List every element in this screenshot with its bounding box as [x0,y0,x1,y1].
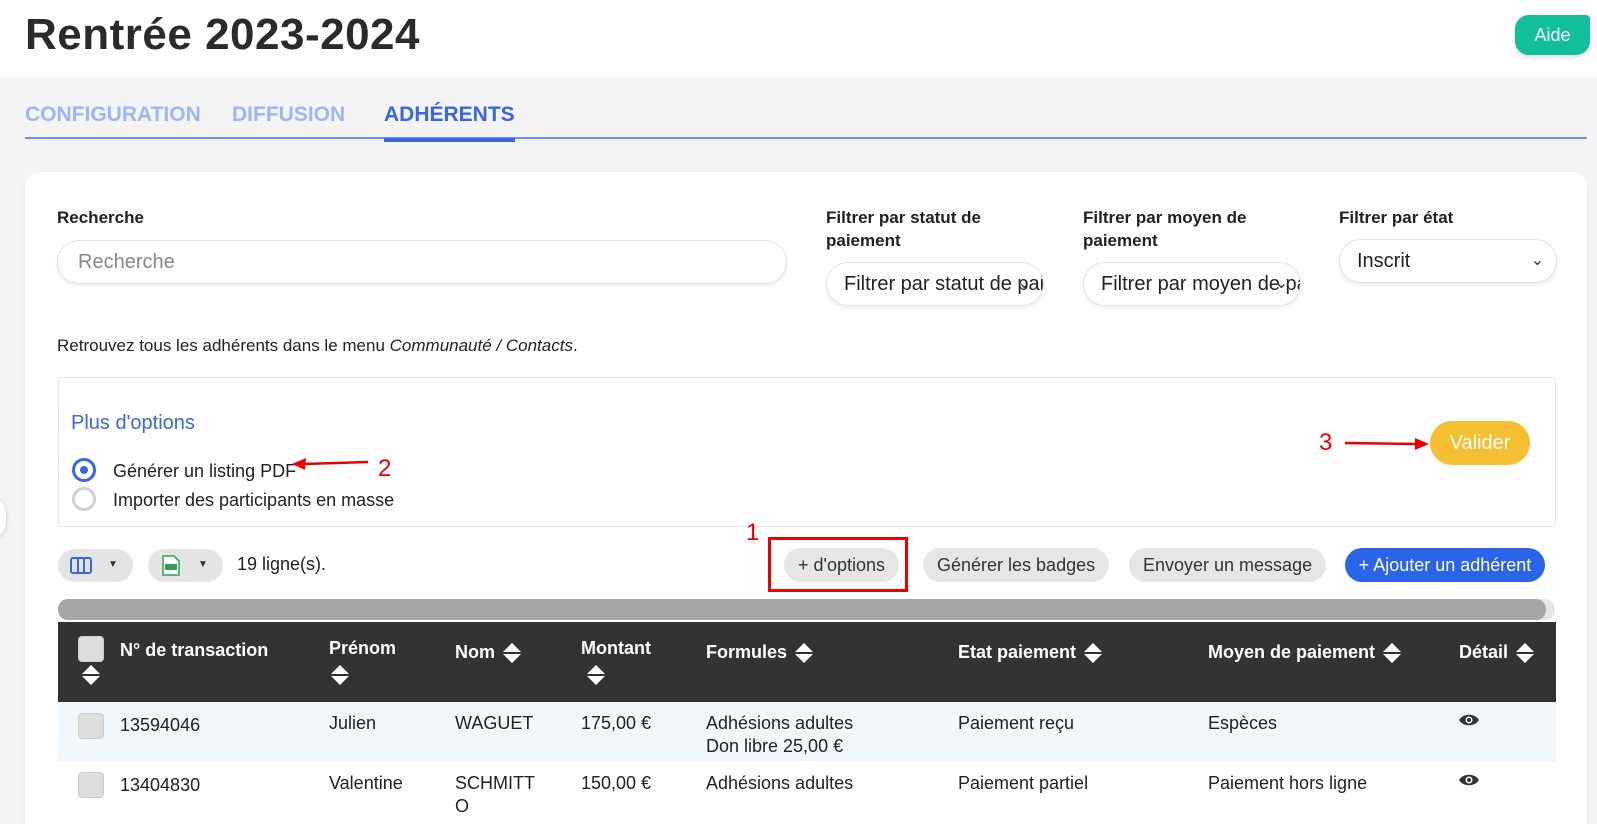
more-options-title: Plus d'options [71,412,195,434]
cell-transaction: 13404830 [120,775,201,795]
column-header-transaction[interactable]: N° de transaction [120,638,268,662]
cell-last-name: WAGUET [455,713,534,733]
contacts-menu-reference: Communauté / Contacts [389,336,573,355]
cell-last-name-line-1: SCHMITT [455,773,535,793]
cell-amount: 150,00 € [581,773,652,793]
send-message-button[interactable]: Envoyer un message [1129,548,1327,582]
horizontal-scrollbar[interactable] [58,599,1555,620]
side-collapse-handle[interactable] [0,496,6,540]
cell-payment-state: Paiement reçu [958,713,1075,733]
annotation-arrow-2 [292,458,369,470]
row-checkbox[interactable] [78,713,104,739]
state-filter-label: Filtrer par état [1339,208,1454,227]
radio-import-participants-label[interactable]: Importer des participants en masse [113,490,394,511]
caret-down-icon: ▼ [108,559,118,570]
sort-icon [503,642,521,664]
payment-method-filter-label: Filtrer par moyen de paiement [1083,208,1247,250]
column-payment-state-label: Etat paiement [958,642,1077,662]
select-all-checkbox[interactable] [78,636,104,662]
column-formulas-label: Formules [706,642,788,662]
tab-diffusion[interactable]: DIFFUSION [232,103,345,127]
columns-icon [70,557,92,574]
cell-payment-state: Paiement partiel [958,773,1089,793]
more-options-button[interactable]: + d'options [784,548,900,582]
tab-configuration[interactable]: CONFIGURATION [25,103,201,127]
help-button[interactable]: Aide [1515,15,1590,55]
column-payment-method-label: Moyen de paiement [1208,642,1376,662]
eye-icon[interactable] [1458,773,1480,787]
cell-formula-line-1: Adhésions adultes [706,713,854,733]
sort-icon [587,664,605,686]
rows-count: 19 ligne(s). [237,554,327,574]
cell-formula-line-1: Adhésions adultes [706,773,854,793]
column-transaction-label: N° de transaction [120,640,269,660]
columns-menu-button[interactable]: ▼ [58,549,133,582]
cell-first-name: Valentine [329,773,403,793]
chevron-down-icon: ⌄ [1017,275,1031,292]
cell-amount: 175,00 € [581,713,652,733]
chevron-down-icon: ⌄ [1530,252,1544,269]
info-suffix: . [572,336,578,355]
column-amount-label: Montant [581,638,651,658]
annotation-number-3: 3 [1319,429,1333,456]
sort-icon [1383,642,1402,664]
column-header-formulas[interactable]: Formules [706,640,814,664]
payment-method-select[interactable]: Filtrer par moyen de paiement ⌄ [1083,262,1301,306]
column-header-payment-state[interactable]: Etat paiement [958,640,1103,664]
radio-generate-pdf-label[interactable]: Générer un listing PDF [113,461,296,482]
top-bar: Rentrée 2023-2024 Aide [0,0,1597,77]
add-member-button[interactable]: + Ajouter un adhérent [1345,548,1545,582]
payment-status-filter-label: Filtrer par statut de paiement [826,208,981,250]
annotation-number-1: 1 [746,519,760,546]
export-excel-button[interactable]: ▼ [148,549,223,582]
column-last-name-label: Nom [455,642,495,662]
sort-icon [1516,642,1535,664]
chevron-down-icon: ⌄ [1274,275,1288,292]
generate-badges-button[interactable]: Générer les badges [923,548,1110,582]
search-label: Recherche [57,208,144,227]
cell-formula-line-2: Don libre 25,00 € [706,736,844,756]
annotation-arrow-3 [1344,438,1429,450]
validate-button[interactable]: Valider [1430,421,1530,465]
horizontal-scrollbar-thumb[interactable] [58,599,1546,620]
cell-transaction: 13594046 [120,715,201,735]
column-header-amount[interactable]: Montant [581,636,651,686]
cell-payment-method: Espèces [1208,713,1278,733]
column-detail-label: Détail [1459,642,1509,662]
sort-icon [795,642,814,664]
payment-status-select-value: Filtrer par statut de paiement [844,273,1044,295]
sort-icon [1084,642,1103,664]
cell-payment-method: Paiement hors ligne [1208,773,1368,793]
cell-first-name: Julien [329,713,377,733]
eye-icon[interactable] [1458,713,1480,727]
info-text: Retrouvez tous les adhérents dans le men… [57,336,578,356]
row-checkbox[interactable] [78,772,104,798]
radio-import-participants[interactable] [72,487,96,511]
cell-last-name-line-2: O [455,796,470,816]
column-header-last-name[interactable]: Nom [455,640,521,664]
caret-down-icon: ▼ [198,559,208,570]
search-input[interactable] [57,240,787,284]
payment-method-select-value: Filtrer par moyen de paiement [1101,273,1300,295]
state-select[interactable]: Inscrit ⌄ [1339,239,1557,283]
annotation-number-2: 2 [378,455,392,482]
sort-icon [331,664,349,686]
sort-icon[interactable] [82,664,100,686]
excel-file-icon [162,555,180,576]
info-prefix: Retrouvez tous les adhérents dans le men… [57,336,390,355]
radio-generate-pdf[interactable] [72,458,96,482]
column-header-detail[interactable]: Détail [1459,640,1535,664]
column-first-name-label: Prénom [329,638,397,658]
state-select-value: Inscrit [1357,250,1411,272]
page-title: Rentrée 2023-2024 [25,10,420,59]
tab-bar: CONFIGURATION DIFFUSION ADHÉRENTS [25,95,1587,142]
column-header-first-name[interactable]: Prénom [329,636,396,686]
column-header-payment-method[interactable]: Moyen de paiement [1208,640,1402,664]
payment-status-select[interactable]: Filtrer par statut de paiement ⌄ [826,262,1044,306]
tab-adherents[interactable]: ADHÉRENTS [384,103,515,142]
